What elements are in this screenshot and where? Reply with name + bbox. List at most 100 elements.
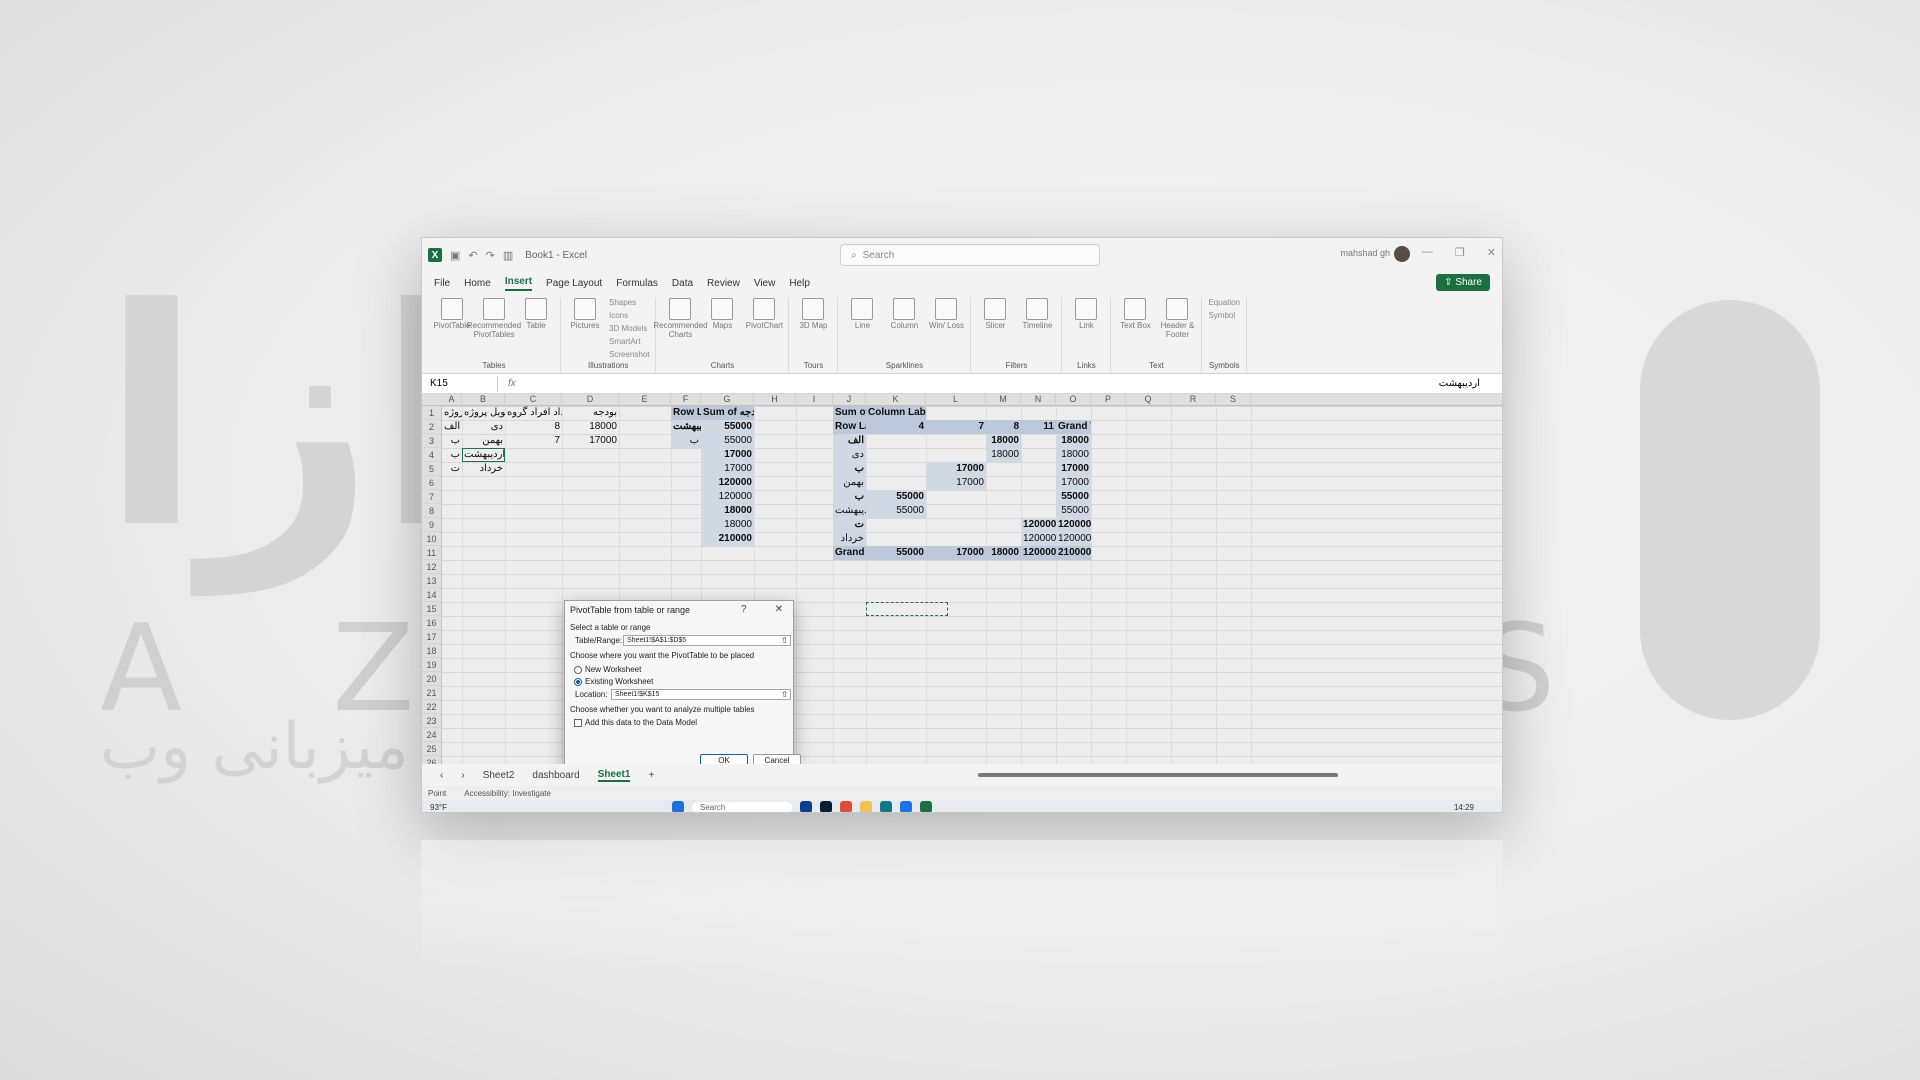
sparklines-button-2[interactable]: Win/ Loss bbox=[928, 298, 964, 331]
pivot1-cell[interactable]: ب bbox=[671, 434, 701, 448]
save-icon[interactable]: ▣ bbox=[450, 249, 460, 262]
column-header-J[interactable]: J bbox=[833, 394, 866, 406]
source-header-2[interactable]: تعداد افراد گروه bbox=[505, 406, 562, 420]
pivot2-cell[interactable]: 55000 bbox=[1056, 504, 1091, 518]
chart-icon[interactable]: ▥ bbox=[503, 249, 513, 262]
share-button[interactable]: ⇪ Share bbox=[1436, 274, 1490, 291]
column-header-G[interactable]: G bbox=[701, 394, 754, 406]
row-header-24[interactable]: 24 bbox=[422, 728, 441, 742]
source-cell[interactable]: 17000 bbox=[562, 434, 619, 448]
tab-insert[interactable]: Insert bbox=[504, 276, 533, 291]
pivot2-cell[interactable]: 18000 bbox=[1056, 448, 1091, 462]
row-header-7[interactable]: 7 bbox=[422, 490, 441, 504]
accessibility-status[interactable]: Accessibility: Investigate bbox=[464, 789, 551, 798]
row-header-10[interactable]: 10 bbox=[422, 532, 441, 546]
pivot2-cell[interactable]: 17000 bbox=[926, 476, 986, 490]
row-header-5[interactable]: 5 bbox=[422, 462, 441, 476]
tab-data[interactable]: Data bbox=[672, 278, 693, 289]
pivot2-row-label[interactable]: بهمن bbox=[833, 476, 866, 490]
add-sheet-icon[interactable]: + bbox=[648, 770, 654, 781]
tab-home[interactable]: Home bbox=[464, 278, 491, 289]
pivot1-cell[interactable]: 120000 bbox=[701, 476, 754, 490]
row-header-11[interactable]: 11 bbox=[422, 546, 441, 560]
pivot2-row-labels[interactable]: Row Labels bbox=[833, 420, 866, 434]
illustrations-small-button-4[interactable]: Screenshot bbox=[609, 350, 649, 359]
row-header-25[interactable]: 25 bbox=[422, 742, 441, 756]
tab-file[interactable]: File bbox=[434, 278, 450, 289]
column-header-S[interactable]: S bbox=[1216, 394, 1251, 406]
location-input[interactable]: Sheet1!$K$15 ⇧ bbox=[611, 689, 791, 700]
pivot2-grand-total-cell[interactable]: 210000 bbox=[1056, 546, 1091, 560]
pivot1-cell[interactable]: اردیبهشت bbox=[671, 420, 701, 434]
source-cell[interactable]: 18000 bbox=[562, 420, 619, 434]
pivot2-grand-total-label[interactable]: Grand Total bbox=[833, 546, 866, 560]
row-header-17[interactable]: 17 bbox=[422, 630, 441, 644]
column-header-D[interactable]: D bbox=[562, 394, 619, 406]
charts-button-1[interactable]: Maps bbox=[704, 298, 740, 340]
source-cell[interactable]: ب bbox=[442, 434, 462, 448]
source-cell[interactable]: خرداد bbox=[462, 462, 505, 476]
location-picker-icon[interactable]: ⇧ bbox=[781, 690, 788, 700]
dialog-close-icon[interactable]: ✕ bbox=[775, 604, 783, 615]
prev-sheet-icon[interactable]: ‹ bbox=[440, 770, 443, 781]
restore-icon[interactable]: ❐ bbox=[1455, 246, 1465, 259]
column-header-H[interactable]: H bbox=[754, 394, 796, 406]
row-header-20[interactable]: 20 bbox=[422, 672, 441, 686]
pivot1-header-1[interactable]: Sum of بودجه bbox=[701, 406, 754, 420]
text-button-1[interactable]: Header & Footer bbox=[1159, 298, 1195, 340]
pivot1-cell[interactable]: 18000 bbox=[701, 504, 754, 518]
redo-icon[interactable]: ↷ bbox=[486, 249, 495, 262]
pivot2-cell[interactable]: 120000 bbox=[1021, 518, 1056, 532]
source-header-1[interactable]: ماه تحویل پروژه bbox=[462, 406, 505, 420]
row-header-16[interactable]: 16 bbox=[422, 616, 441, 630]
pivot2-row-label[interactable]: ب bbox=[833, 490, 866, 504]
source-cell[interactable]: 8 bbox=[505, 420, 562, 434]
tables-button-0[interactable]: PivotTable bbox=[434, 298, 470, 340]
source-cell[interactable]: 7 bbox=[505, 434, 562, 448]
pivot1-cell[interactable]: 18000 bbox=[701, 518, 754, 532]
column-header-M[interactable]: M bbox=[986, 394, 1021, 406]
column-header-A[interactable]: A bbox=[442, 394, 462, 406]
pivot2-row-label[interactable]: خرداد bbox=[833, 532, 866, 546]
tours-button-0[interactable]: 3D Map bbox=[795, 298, 831, 331]
row-header-4[interactable]: 4 bbox=[422, 448, 441, 462]
column-header-C[interactable]: C bbox=[505, 394, 562, 406]
illustrations-small-button-1[interactable]: Icons bbox=[609, 311, 649, 320]
pivot2-corner[interactable]: Sum of بودجه bbox=[833, 406, 866, 420]
pivot2-row-label[interactable]: ت bbox=[833, 518, 866, 532]
column-header-Q[interactable]: Q bbox=[1126, 394, 1171, 406]
folder-icon[interactable] bbox=[860, 801, 872, 812]
app-icon[interactable] bbox=[800, 801, 812, 812]
formula-input[interactable]: اردیبهشت bbox=[548, 378, 1502, 389]
filters-button-1[interactable]: Timeline bbox=[1019, 298, 1055, 331]
source-cell[interactable]: الف bbox=[442, 420, 462, 434]
excel-taskbar-icon[interactable] bbox=[920, 801, 932, 812]
row-header-15[interactable]: 15 bbox=[422, 602, 441, 616]
illustrations-small-button-0[interactable]: Shapes bbox=[609, 298, 649, 307]
name-box[interactable]: K15 bbox=[426, 375, 498, 392]
pivot2-col-key[interactable]: 8 bbox=[986, 420, 1021, 434]
links-button-0[interactable]: Link bbox=[1068, 298, 1104, 331]
column-header-K[interactable]: K bbox=[866, 394, 926, 406]
pivot2-cell[interactable]: 18000 bbox=[986, 448, 1021, 462]
pivot2-cell[interactable]: 120000 bbox=[1056, 518, 1091, 532]
tables-button-1[interactable]: Recommended PivotTables bbox=[467, 298, 521, 340]
close-icon[interactable]: ✕ bbox=[1487, 246, 1496, 259]
existing-worksheet-radio[interactable]: Existing Worksheet bbox=[574, 677, 653, 686]
column-header-P[interactable]: P bbox=[1091, 394, 1126, 406]
pivot2-column-labels[interactable]: Column Labels bbox=[866, 406, 926, 420]
text-button-0[interactable]: Text Box bbox=[1117, 298, 1153, 340]
worksheet-grid[interactable]: ABCDEFGHIJKLMNOPQRS 1 2 3 4 5 6 7 8 9 10 11 12 13 14 1… bbox=[422, 394, 1502, 764]
tab-page-layout[interactable]: Page Layout bbox=[546, 278, 602, 289]
pivot2-cell[interactable]: 17000 bbox=[1056, 462, 1091, 476]
row-header-2[interactable]: 2 bbox=[422, 420, 441, 434]
pivot2-cell[interactable]: 17000 bbox=[926, 462, 986, 476]
sheet-tab-sheet1[interactable]: Sheet1 bbox=[597, 769, 631, 782]
column-header-R[interactable]: R bbox=[1171, 394, 1216, 406]
row-header-21[interactable]: 21 bbox=[422, 686, 441, 700]
row-header-9[interactable]: 9 bbox=[422, 518, 441, 532]
source-header-3[interactable]: بودجه bbox=[562, 406, 619, 420]
pivot2-row-label[interactable]: ب bbox=[833, 462, 866, 476]
illustrations-button-0[interactable]: Pictures bbox=[567, 298, 603, 359]
pivot1-cell[interactable]: 55000 bbox=[701, 420, 754, 434]
